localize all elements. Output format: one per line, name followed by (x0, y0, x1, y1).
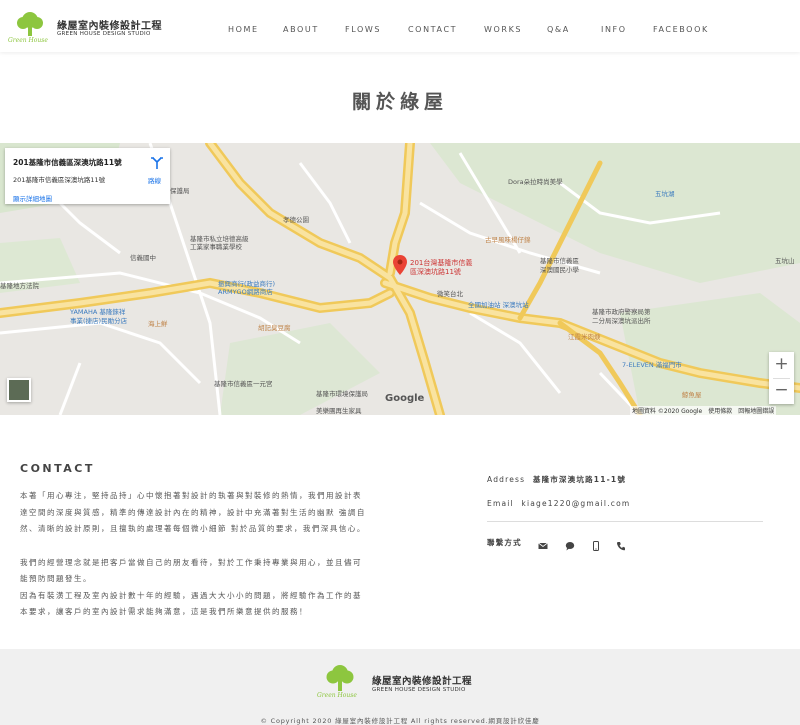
nav-flows[interactable]: FLOWS (345, 25, 381, 34)
chat-icon[interactable] (565, 536, 575, 551)
zoom-in-button[interactable]: + (769, 352, 794, 378)
intro-line: 因為有裝潢工程及室內設計數十年的經驗，遇過大大小小的問題，將經驗作為工作的基 (20, 591, 362, 600)
nav-home[interactable]: HOME (228, 25, 259, 34)
nav-info[interactable]: INFO (601, 25, 627, 34)
google-map[interactable]: Dora朵拉時尚美學 五坑湖 保護局 孝德公園 基隆市私立培德高級 工業家事職業… (0, 143, 800, 415)
nav-works[interactable]: WORKS (484, 25, 522, 34)
pin-label: 區深澳坑路11號 (410, 268, 461, 276)
zoom-out-button[interactable]: − (769, 378, 794, 404)
map-label[interactable]: 五坑湖 (655, 188, 675, 198)
intro-line: 然、清晰的設計原則，且擅執的處理著每個微小細節 對於品質的要求，我們深具信心。 (20, 524, 366, 533)
map-label[interactable]: 基隆地方法院 (0, 280, 39, 290)
main-nav: HOME ABOUT FLOWS CONTACT WORKS Q&A INFO … (0, 25, 800, 37)
intro-line: 達空間的深度與質感，精準的傳達設計內在的精神，設計中充滿著對生活的幽默 強調自 (20, 508, 366, 517)
map-label[interactable]: 全國加油站 深澳坑站 (468, 299, 529, 309)
email-label: Email (487, 499, 514, 508)
divider (487, 521, 763, 522)
copyright: © Copyright 2020 綠屋室內裝修設計工程 All rights r… (260, 717, 540, 725)
page-title: 關於綠屋 (351, 91, 448, 113)
map-label[interactable]: 孝德公園 (283, 214, 309, 224)
address-label: Address (487, 475, 526, 484)
map-label[interactable]: 二分局深澳坑派出所 (592, 315, 651, 325)
map-label[interactable]: 江霞米肉焿 (568, 331, 601, 341)
map-info-card: 201基隆市信義區深澳坑路11號 201基隆市信義區深澳坑路11號 顯示詳細地圖… (5, 148, 170, 204)
footer-brand-subtitle: GREEN HOUSE DESIGN STUDIO (372, 687, 466, 693)
site-footer: Green House 綠屋室內裝修設計工程 GREEN HOUSE DESIG… (0, 649, 800, 725)
directions-link[interactable]: 路線 (148, 175, 161, 185)
nav-about[interactable]: ABOUT (283, 25, 319, 34)
map-label[interactable]: 事業(捷店)民勛分店 (70, 315, 127, 325)
address-row: Address 基隆市深澳坑路11-1號 (487, 474, 626, 485)
footer-logo[interactable]: Green House (316, 663, 362, 699)
map-label[interactable]: 鯨魚屋 (682, 389, 702, 399)
nav-qa[interactable]: Q&A (547, 25, 570, 34)
nav-contact[interactable]: CONTACT (408, 25, 457, 34)
intro-line: 本要求，讓客戶的室內設計需求能夠滿意，這是我們所樂意提供的服務！ (20, 607, 308, 616)
zoom-divider (773, 378, 790, 379)
intro-line: 本著「用心專注，堅持品持」心中懷抱著對設計的執著與對裝修的熱情，我們用設計表 (20, 491, 362, 500)
map-label[interactable]: 基隆市環境保護局 (316, 388, 368, 398)
contact-title: CONTACT (20, 462, 95, 475)
email-value[interactable]: kiage1220@gmail.com (521, 499, 630, 508)
map-label[interactable]: ARMYGO網路商店 (218, 286, 273, 296)
mobile-phone-icon[interactable] (591, 536, 601, 551)
card-address-title: 201基隆市信義區深澳坑路11號 (13, 158, 122, 167)
footer-brand-name: 綠屋室內裝修設計工程 (372, 676, 473, 687)
map-label[interactable]: 海上鮮 (148, 318, 168, 328)
map-attribution[interactable]: 地圖資料 ©2020 Google 使用條款 回報地圖錯誤 (630, 406, 777, 415)
satellite-toggle[interactable] (7, 378, 31, 402)
intro-line: 我們的經營理念就是把客戶當做自己的朋友看待，對於工作秉持專業與用心，並且儘可 (20, 558, 362, 567)
location-pin-icon[interactable] (393, 255, 407, 275)
map-label[interactable]: 微笑台北 (437, 288, 463, 298)
zoom-control: + − (769, 352, 794, 404)
address-value: 基隆市深澳坑路11-1號 (532, 475, 627, 484)
mail-icon[interactable] (538, 536, 548, 549)
map-label[interactable]: 7-ELEVEN 滿福門市 (622, 359, 682, 369)
intro-line: 能預防問題發生。 (20, 574, 92, 583)
nav-facebook[interactable]: FACEBOOK (653, 25, 709, 34)
map-label[interactable]: 深澳國民小學 (540, 264, 579, 274)
contact-ways-label: 聯繫方式 (487, 538, 522, 547)
directions-icon[interactable] (150, 156, 164, 170)
google-logo: Google (385, 393, 425, 404)
svg-text:Green House: Green House (8, 37, 48, 44)
map-label[interactable]: 信義國中 (130, 252, 156, 262)
site-header: Green House 綠屋室內裝修設計工程 GREEN HOUSE DESIG… (0, 0, 800, 52)
map-label[interactable]: 五坑山 (775, 255, 795, 265)
map-label[interactable]: 古早風味楊仔錦 (485, 234, 531, 244)
phone-icon[interactable] (616, 536, 626, 551)
svg-text:Green House: Green House (317, 692, 357, 699)
map-label[interactable]: 基隆市信義區一元宮 (214, 378, 273, 388)
map-label[interactable]: Dora朵拉時尚美學 (508, 176, 563, 186)
map-label[interactable]: 保護局 (170, 185, 190, 195)
map-label[interactable]: 工業家事職業學校 (190, 241, 242, 251)
email-row: Email kiage1220@gmail.com (487, 499, 630, 508)
map-label[interactable]: 胡記臭豆腐 (258, 322, 291, 332)
map-label[interactable]: 美樂團再生家具 (316, 405, 362, 415)
view-larger-map-link[interactable]: 顯示詳細地圖 (13, 193, 52, 203)
card-address: 201基隆市信義區深澳坑路11號 (13, 176, 106, 184)
